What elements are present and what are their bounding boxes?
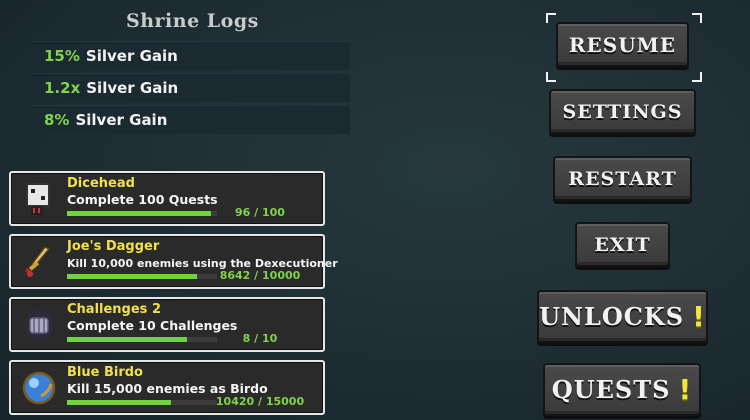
selection-corner-bottom-left (546, 72, 556, 82)
quest-progress-fill (67, 400, 172, 405)
selection-corner-top-right (692, 13, 702, 23)
quest-description: Complete 100 Quests (67, 192, 218, 207)
log-value: 15% (44, 47, 80, 65)
quest-name: Blue Birdo (67, 365, 143, 380)
shrine-log-row: 1.2x Silver Gain (32, 73, 350, 102)
quest-progress-count: 8642 / 10000 (219, 269, 301, 282)
unlocks-label: UNLOCKS (539, 302, 685, 331)
settings-label: SETTINGS (562, 100, 683, 123)
restart-label: RESTART (568, 167, 677, 190)
quest-card-dicehead: Dicehead Complete 100 Quests 96 / 100 (9, 171, 325, 226)
quest-progress-bar (67, 400, 217, 405)
quests-label: QUESTS (551, 375, 671, 404)
shrine-log-row: 8% Silver Gain (32, 105, 350, 134)
quest-progress-fill (67, 337, 187, 342)
quest-name: Joe's Dagger (67, 239, 160, 254)
quest-card-blue-birdo: Blue Birdo Kill 15,000 enemies as Birdo … (9, 360, 325, 415)
quest-progress-bar (67, 337, 217, 342)
quest-progress-bar (67, 211, 217, 216)
dagger-icon (19, 242, 59, 282)
quest-progress-count: 10420 / 15000 (215, 395, 305, 408)
quest-progress-fill (67, 274, 197, 279)
resume-button[interactable]: RESUME (556, 22, 689, 67)
alert-icon: ! (678, 373, 693, 406)
exit-label: EXIT (594, 233, 651, 256)
quest-progress-count: 8 / 10 (242, 332, 278, 345)
quest-progress-bar (67, 274, 217, 279)
exit-button[interactable]: EXIT (575, 222, 670, 267)
restart-button[interactable]: RESTART (553, 156, 692, 201)
gauntlet-icon (19, 305, 59, 345)
quest-name: Challenges 2 (67, 302, 161, 317)
resume-label: RESUME (568, 32, 677, 57)
blue-orb-icon (19, 368, 59, 408)
quest-progress-count: 96 / 100 (235, 206, 285, 219)
log-label: Silver Gain (85, 47, 178, 65)
quest-name: Dicehead (67, 176, 135, 191)
dice-icon (19, 179, 59, 219)
alert-icon: ! (692, 300, 706, 333)
selection-corner-top-left (546, 13, 556, 23)
quest-description: Kill 15,000 enemies as Birdo (67, 381, 268, 396)
selection-corner-bottom-right (692, 72, 702, 82)
quest-progress-fill (67, 211, 211, 216)
log-value: 8% (44, 111, 70, 129)
shrine-log-row: 15% Silver Gain (32, 41, 350, 70)
settings-button[interactable]: SETTINGS (549, 89, 696, 134)
log-value: 1.2x (44, 79, 81, 97)
quest-card-joes-dagger: Joe's Dagger Kill 10,000 enemies using t… (9, 234, 338, 289)
shrine-logs-title: Shrine Logs (126, 10, 259, 32)
unlocks-button[interactable]: UNLOCKS ! (537, 290, 708, 343)
quests-button[interactable]: QUESTS ! (543, 363, 701, 416)
quest-description: Complete 10 Challenges (67, 318, 238, 333)
quest-card-challenges-2: Challenges 2 Complete 10 Challenges 8 / … (9, 297, 325, 352)
log-label: Silver Gain (75, 111, 168, 129)
log-label: Silver Gain (86, 79, 179, 97)
